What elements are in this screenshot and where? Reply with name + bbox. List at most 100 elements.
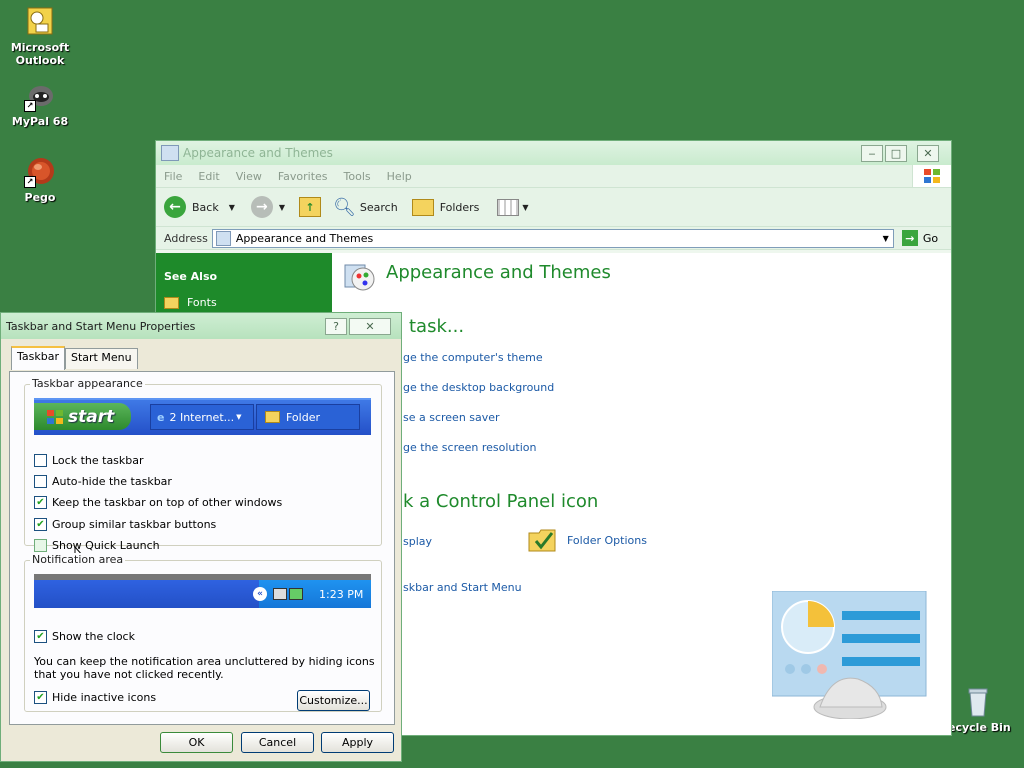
- address-field[interactable]: Appearance and Themes ▼: [211, 228, 894, 248]
- tab-taskbar[interactable]: Taskbar: [11, 346, 65, 370]
- appearance-illustration: [771, 590, 928, 720]
- go-arrow-icon: →: [901, 230, 918, 246]
- network-icon: [273, 588, 287, 600]
- menu-edit[interactable]: Edit: [198, 170, 219, 183]
- hide-inactive-icons-checkbox[interactable]: ✔ Hide inactive icons: [34, 691, 156, 704]
- task-link-resolution[interactable]: ge the screen resolution: [403, 441, 536, 454]
- tab-start-menu[interactable]: Start Menu: [65, 348, 138, 369]
- page-title: Appearance and Themes: [386, 262, 611, 283]
- folder-icon: [411, 198, 434, 216]
- taskbar-start-menu-link[interactable]: skbar and Start Menu: [403, 581, 522, 594]
- folder-options-link[interactable]: Folder Options: [528, 527, 647, 553]
- back-button[interactable]: ← Back ▼: [164, 196, 235, 218]
- forward-button[interactable]: → ▼: [250, 196, 285, 218]
- outlook-icon: [24, 6, 56, 38]
- taskbar-tab-panel: Taskbar appearance start e 2 Internet...…: [9, 371, 395, 725]
- chevron-down-icon[interactable]: ▼: [279, 203, 285, 212]
- notification-description: You can keep the notification area unclu…: [34, 655, 375, 681]
- taskbar-properties-dialog: Taskbar and Start Menu Properties ? ✕ Ta…: [0, 312, 402, 762]
- tray-area: « 1:23 PM: [253, 580, 371, 608]
- desktop-icon-pego[interactable]: ↗ Pego: [2, 156, 78, 204]
- apply-button[interactable]: Apply: [321, 732, 394, 753]
- display-link[interactable]: splay: [403, 535, 432, 548]
- views-button[interactable]: ▼: [497, 198, 529, 216]
- address-dropdown-icon[interactable]: ▼: [883, 234, 889, 243]
- checkmark-icon: ✔: [34, 691, 47, 704]
- customize-button[interactable]: Customize...: [297, 690, 370, 711]
- views-grid-icon: [497, 198, 520, 216]
- desktop-icon-label: Pego: [24, 191, 56, 204]
- show-quick-launch-checkbox[interactable]: Show Quick Launch: [34, 539, 160, 552]
- internet-explorer-icon: e: [157, 410, 165, 424]
- menu-file[interactable]: File: [164, 170, 182, 183]
- up-button[interactable]: ↑: [299, 197, 322, 217]
- desktop-icon-label: Microsoft Outlook: [10, 41, 70, 67]
- address-bar: Address Appearance and Themes ▼ → Go: [156, 227, 951, 250]
- window-title: Appearance and Themes: [183, 146, 333, 160]
- tray-preview: « 1:23 PM: [34, 574, 371, 608]
- help-button[interactable]: ?: [325, 317, 347, 335]
- checkmark-icon: ✔: [34, 496, 47, 509]
- checkbox-box: [34, 539, 47, 552]
- folder-icon: [265, 411, 280, 423]
- up-folder-icon: ↑: [299, 197, 322, 217]
- pick-icon-heading: k a Control Panel icon: [403, 491, 599, 512]
- desktop-icon-label: ecycle Bin: [948, 721, 1011, 734]
- preview-internet-button: e 2 Internet... ▼: [150, 404, 254, 430]
- toolbar: ← Back ▼ → ▼ ↑ 🔍︎ Search Folders ▼: [156, 188, 951, 227]
- desktop-icon-mypal[interactable]: ↗ MyPal 68: [2, 80, 78, 128]
- windows-logo-icon: [47, 409, 63, 424]
- control-panel-icon: [215, 230, 231, 246]
- desktop-icon-label: MyPal 68: [11, 115, 69, 128]
- chevron-down-icon[interactable]: ▼: [229, 203, 235, 212]
- address-value: Appearance and Themes: [235, 231, 374, 245]
- checkbox-box: [34, 454, 47, 467]
- dialog-close-button[interactable]: ✕: [349, 317, 391, 335]
- desktop-icon-recycle-bin[interactable]: ecycle Bin: [948, 686, 1020, 734]
- desktop-icon-outlook[interactable]: Microsoft Outlook: [2, 6, 78, 67]
- cancel-button[interactable]: Cancel: [241, 732, 314, 753]
- minimize-button[interactable]: ‒: [861, 144, 883, 162]
- mypal-icon: ↗: [24, 80, 56, 112]
- menu-tools[interactable]: Tools: [344, 170, 371, 183]
- explorer-titlebar[interactable]: Appearance and Themes ‒ □ ✕: [156, 141, 951, 165]
- menu-view[interactable]: View: [236, 170, 262, 183]
- keep-on-top-checkbox[interactable]: ✔ Keep the taskbar on top of other windo…: [34, 496, 282, 509]
- auto-hide-checkbox[interactable]: Auto-hide the taskbar: [34, 475, 172, 488]
- menu-favorites[interactable]: Favorites: [278, 170, 328, 183]
- menu-help[interactable]: Help: [387, 170, 412, 183]
- search-button[interactable]: 🔍︎ Search: [333, 197, 398, 218]
- search-icon: 🔍︎: [333, 196, 356, 218]
- address-label: Address: [164, 231, 208, 245]
- chevron-down-icon: ▼: [236, 413, 242, 421]
- pick-task-heading: task...: [409, 316, 465, 337]
- go-button[interactable]: → Go: [901, 230, 938, 246]
- recycle-bin-icon: [962, 686, 994, 718]
- forward-arrow-icon: →: [250, 196, 273, 218]
- taskbar-preview: start e 2 Internet... ▼ Folder: [34, 398, 371, 435]
- ok-button[interactable]: OK: [160, 732, 233, 753]
- checkmark-icon: ✔: [34, 630, 47, 643]
- group-buttons-checkbox[interactable]: ✔ Group similar taskbar buttons: [34, 518, 216, 531]
- task-link-background[interactable]: ge the desktop background: [403, 381, 554, 394]
- dialog-titlebar[interactable]: Taskbar and Start Menu Properties ? ✕: [1, 313, 401, 339]
- checkbox-box: [34, 475, 47, 488]
- task-link-theme[interactable]: ge the computer's theme: [403, 351, 543, 364]
- maximize-button[interactable]: □: [885, 144, 907, 162]
- windows-logo-icon: [912, 165, 951, 187]
- category-icon: [343, 261, 375, 293]
- folders-button[interactable]: Folders: [411, 198, 479, 216]
- fonts-folder-icon: [164, 296, 179, 309]
- back-arrow-icon: ←: [164, 196, 186, 218]
- preview-folder-button: Folder: [256, 404, 360, 430]
- close-button[interactable]: ✕: [917, 144, 939, 162]
- task-link-screensaver[interactable]: se a screen saver: [403, 411, 500, 424]
- chevron-down-icon: ▼: [522, 202, 529, 212]
- show-clock-checkbox[interactable]: ✔ Show the clock: [34, 630, 135, 643]
- menu-bar: File Edit View Favorites Tools Help: [156, 165, 951, 188]
- taskbar-appearance-label: Taskbar appearance: [30, 377, 145, 390]
- see-also-fonts-link[interactable]: Fonts: [164, 296, 217, 309]
- folder-icon: [161, 145, 179, 161]
- lock-taskbar-checkbox[interactable]: Lock the taskbar: [34, 454, 144, 467]
- tray-expand-icon: «: [253, 587, 267, 601]
